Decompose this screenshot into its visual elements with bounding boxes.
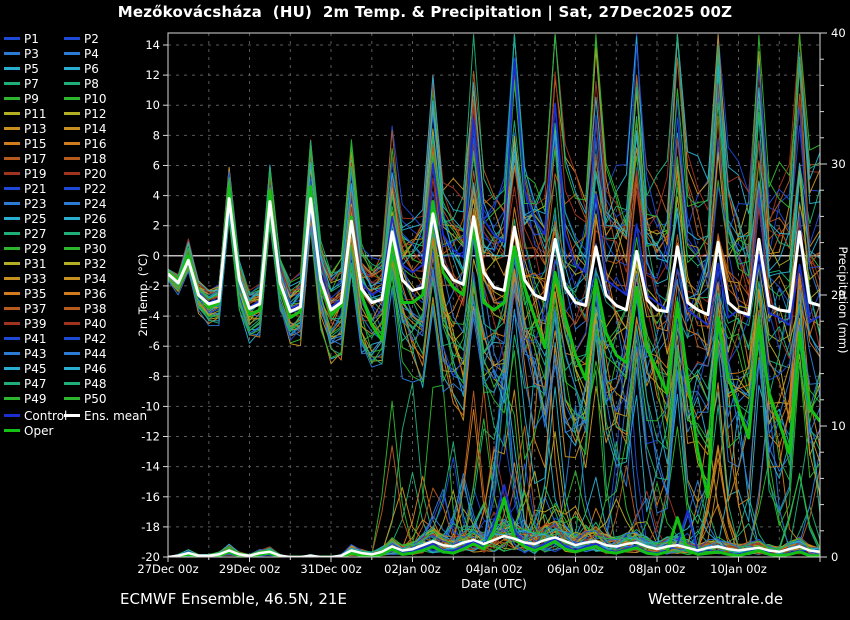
svg-text:10Jan 00z: 10Jan 00z	[710, 562, 767, 576]
svg-text:0: 0	[153, 249, 160, 263]
svg-text:12: 12	[145, 68, 160, 82]
chart-generated-content: 14121086420-2-4-6-8-10-12-14-16-18-20010…	[137, 26, 845, 576]
svg-text:10: 10	[145, 98, 160, 112]
svg-text:08Jan 00z: 08Jan 00z	[629, 562, 686, 576]
svg-text:14: 14	[145, 38, 160, 52]
footer-site-name: Wetterzentrale.de	[648, 590, 783, 608]
svg-text:-8: -8	[149, 369, 160, 383]
svg-text:6: 6	[153, 159, 160, 173]
svg-text:06Jan 00z: 06Jan 00z	[547, 562, 604, 576]
svg-text:-16: -16	[141, 490, 160, 504]
svg-text:-2: -2	[149, 279, 160, 293]
svg-text:31Dec 00z: 31Dec 00z	[300, 562, 361, 576]
svg-text:40: 40	[831, 26, 846, 40]
footer-model-info: ECMWF Ensemble, 46.5N, 21E	[120, 590, 347, 608]
svg-text:02Jan 00z: 02Jan 00z	[384, 562, 441, 576]
svg-text:8: 8	[153, 128, 160, 142]
temp-axis-label: 2m Temp. (°C)	[136, 254, 150, 337]
svg-text:04Jan 00z: 04Jan 00z	[466, 562, 523, 576]
svg-text:10: 10	[831, 419, 846, 433]
svg-text:-6: -6	[149, 339, 160, 353]
svg-text:2: 2	[153, 219, 160, 233]
svg-text:30: 30	[831, 157, 846, 171]
svg-text:-18: -18	[141, 520, 160, 534]
svg-text:0: 0	[831, 550, 838, 564]
svg-text:29Dec 00z: 29Dec 00z	[219, 562, 280, 576]
precip-axis-label: Precipitation (mm)	[836, 247, 850, 354]
svg-text:27Dec 00z: 27Dec 00z	[137, 562, 198, 576]
ensemble-meteogram-page: Mezőkovácsháza (HU) 2m Temp. & Precipita…	[0, 0, 850, 620]
svg-text:-4: -4	[149, 309, 160, 323]
svg-text:-14: -14	[141, 460, 160, 474]
svg-text:-10: -10	[141, 399, 160, 413]
series-layer	[168, 35, 820, 558]
svg-text:-12: -12	[141, 430, 160, 444]
ensemble-chart: 14121086420-2-4-6-8-10-12-14-16-18-20010…	[0, 0, 850, 620]
x-axis-label: Date (UTC)	[168, 577, 820, 591]
svg-text:4: 4	[153, 189, 160, 203]
